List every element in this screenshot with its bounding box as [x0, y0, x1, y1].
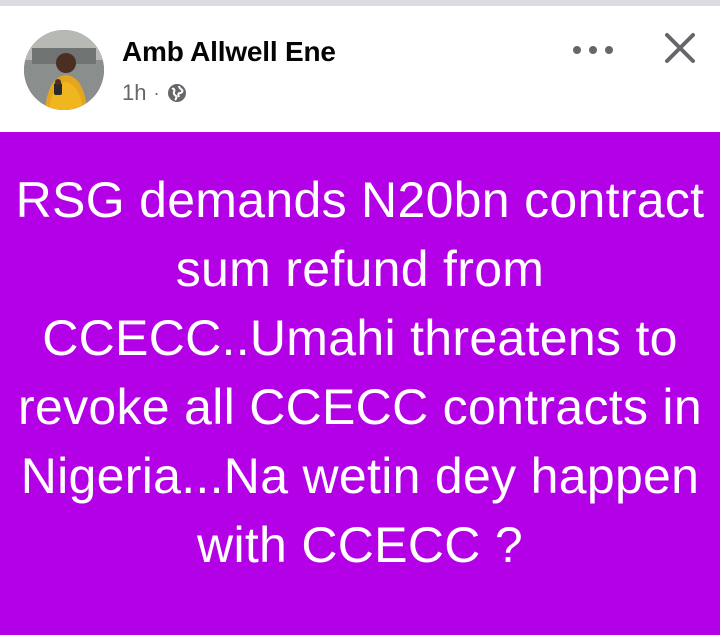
avatar-photo: [24, 30, 104, 110]
post-time[interactable]: 1h: [122, 80, 146, 106]
meta-separator: ·: [153, 82, 160, 103]
post-header: Amb Allwell Ene 1h ·: [0, 6, 720, 132]
more-horizontal-icon: [573, 46, 613, 54]
facebook-post: Amb Allwell Ene 1h · RSG demands N20bn c…: [0, 0, 720, 635]
close-icon: [665, 33, 695, 63]
more-options-button[interactable]: [568, 30, 618, 70]
author-avatar[interactable]: [24, 30, 104, 110]
post-banner: RSG demands N20bn contract sum refund fr…: [0, 132, 720, 635]
close-button[interactable]: [652, 20, 708, 76]
post-meta: 1h ·: [122, 80, 187, 106]
banner-text: RSG demands N20bn contract sum refund fr…: [15, 171, 705, 573]
author-name[interactable]: Amb Allwell Ene: [122, 36, 336, 68]
globe-icon[interactable]: [167, 83, 187, 103]
